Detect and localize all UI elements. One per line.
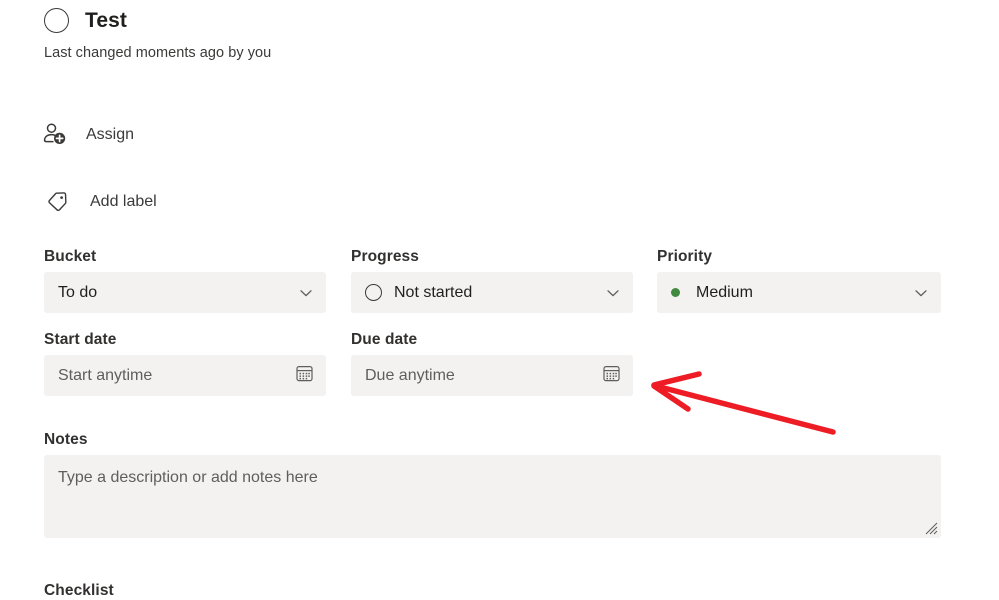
bucket-field: Bucket To do xyxy=(44,248,326,313)
circle-outline-icon xyxy=(365,284,382,301)
checklist-heading: Checklist xyxy=(44,582,114,599)
add-label-button[interactable]: Add label xyxy=(44,189,157,215)
start-date-label: Start date xyxy=(44,331,117,348)
priority-dropdown[interactable]: Medium xyxy=(657,272,941,313)
add-label-text: Add label xyxy=(90,193,157,210)
resize-grip-icon[interactable] xyxy=(923,520,938,535)
notes-label: Notes xyxy=(44,431,88,448)
progress-value: Not started xyxy=(394,283,473,301)
due-date-picker[interactable]: Due anytime xyxy=(351,355,633,396)
notes-textarea[interactable]: Type a description or add notes here xyxy=(44,455,941,538)
progress-dropdown[interactable]: Not started xyxy=(351,272,633,313)
assign-button[interactable]: Assign xyxy=(42,122,134,148)
page-title: Test xyxy=(85,9,128,32)
progress-field: Progress Not started xyxy=(351,248,633,313)
notes-field: Notes Type a description or add notes he… xyxy=(44,431,941,538)
task-header: Test xyxy=(44,8,127,33)
calendar-icon[interactable] xyxy=(602,364,621,388)
priority-field: Priority Medium xyxy=(657,248,941,313)
person-add-icon xyxy=(42,122,76,148)
due-date-value: Due anytime xyxy=(365,366,455,384)
progress-label: Progress xyxy=(351,248,419,265)
notes-placeholder: Type a description or add notes here xyxy=(58,469,318,486)
start-date-picker[interactable]: Start anytime xyxy=(44,355,326,396)
chevron-down-icon xyxy=(298,285,314,301)
priority-label: Priority xyxy=(657,248,713,265)
calendar-icon[interactable] xyxy=(295,364,314,388)
assign-label: Assign xyxy=(86,126,135,143)
priority-dot-icon xyxy=(671,288,680,297)
due-date-label: Due date xyxy=(351,331,418,348)
priority-value: Medium xyxy=(696,283,753,301)
tag-icon xyxy=(44,189,78,215)
chevron-down-icon xyxy=(605,285,621,301)
start-date-field: Start date Start anytime xyxy=(44,331,326,396)
last-changed-text: Last changed moments ago by you xyxy=(44,45,272,61)
task-details-panel: Test Last changed moments ago by you Ass… xyxy=(0,0,999,600)
start-date-value: Start anytime xyxy=(58,366,153,384)
bucket-value: To do xyxy=(58,283,98,301)
circle-unchecked-icon[interactable] xyxy=(44,8,69,33)
bucket-label: Bucket xyxy=(44,248,97,265)
chevron-down-icon xyxy=(913,285,929,301)
due-date-field: Due date Due anytime xyxy=(351,331,633,396)
bucket-dropdown[interactable]: To do xyxy=(44,272,326,313)
